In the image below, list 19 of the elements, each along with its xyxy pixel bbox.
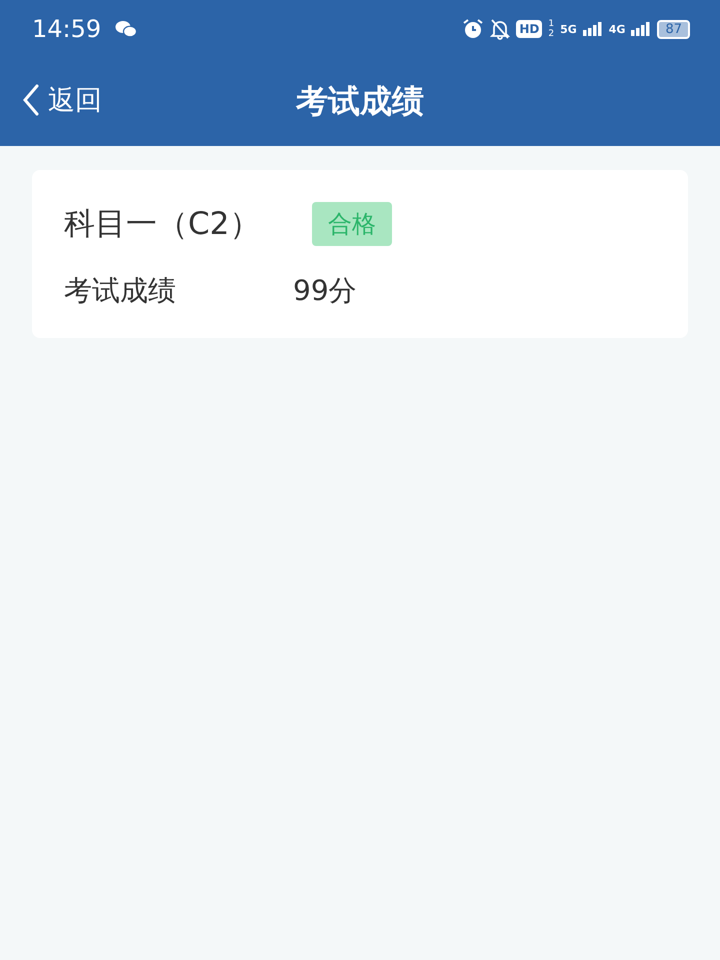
chat-bubbles-icon	[115, 20, 138, 38]
bell-off-icon	[490, 18, 510, 40]
chevron-left-icon	[22, 84, 40, 116]
subject-name: 科目一（C2）	[64, 205, 262, 244]
signal-icon	[631, 22, 652, 36]
page-title: 考试成绩	[296, 81, 424, 122]
sim-number: 1	[548, 19, 554, 29]
network-type: 4G	[608, 22, 626, 36]
clock-time: 14:59	[32, 15, 102, 43]
alarm-clock-icon	[462, 18, 484, 40]
network-type: 5G	[560, 22, 577, 36]
battery-level: 87	[657, 20, 690, 38]
score-label: 考试成绩	[64, 273, 177, 309]
status-badge: 合格	[312, 202, 392, 246]
score-value: 99分	[293, 273, 357, 309]
hd-badge: HD	[516, 20, 542, 38]
signal-icon	[582, 22, 603, 36]
sim-number: 2	[548, 29, 554, 39]
back-button[interactable]: 返回	[22, 82, 102, 118]
